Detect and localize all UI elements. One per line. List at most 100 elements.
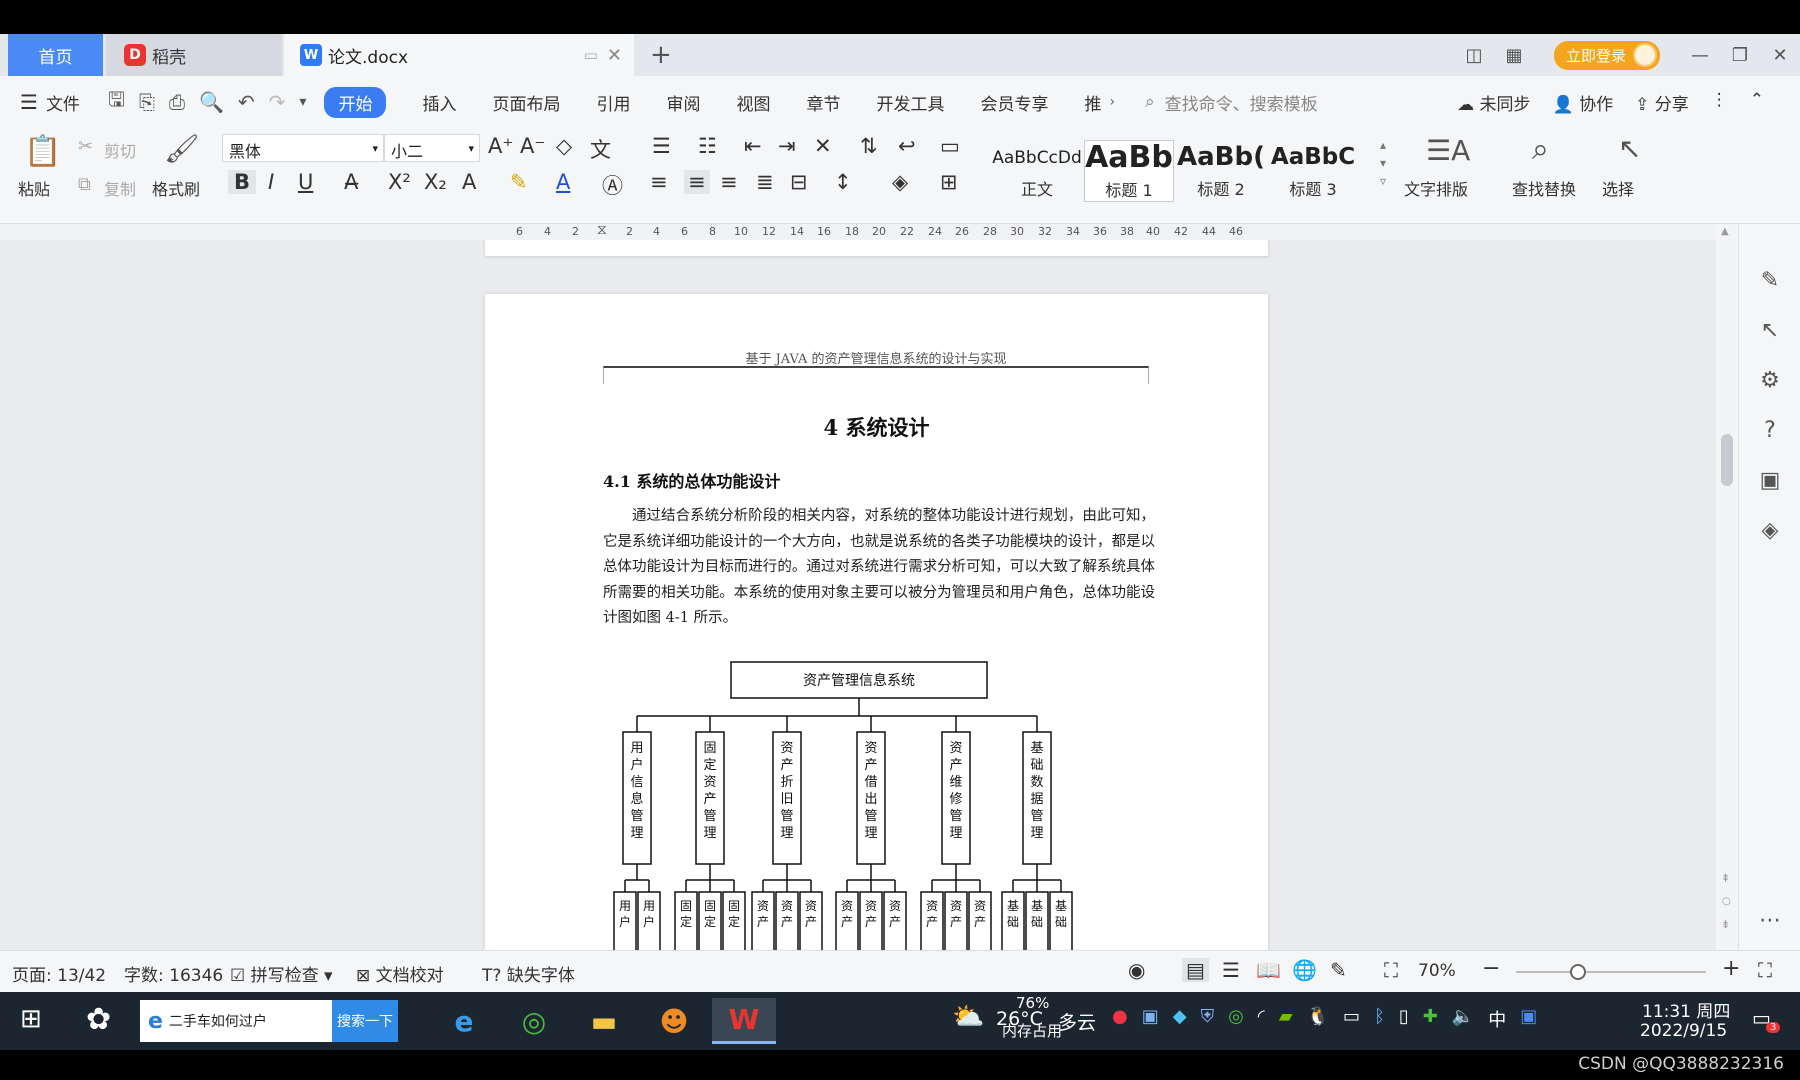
menu-developer[interactable]: 开发工具 xyxy=(876,90,944,115)
ime-indicator[interactable]: 中 xyxy=(1488,1006,1506,1032)
font-color-icon[interactable]: A xyxy=(556,170,570,194)
tab-daoke[interactable]: D 稻壳 xyxy=(106,34,282,76)
wps-office-icon[interactable]: W xyxy=(712,998,776,1044)
input-method-icon[interactable]: ▣ xyxy=(1520,1006,1537,1032)
select-cursor-icon[interactable]: ↖ xyxy=(1618,132,1641,165)
compass-icon[interactable]: ◈ xyxy=(1757,518,1783,544)
menu-member[interactable]: 会员专享 xyxy=(980,90,1048,115)
tray-plus-icon[interactable]: ✚ xyxy=(1423,1006,1438,1032)
minimize-icon[interactable]: — xyxy=(1680,45,1720,66)
paste-button[interactable]: 粘贴 xyxy=(18,176,50,200)
taskbar-search[interactable]: e 二手车如何过户 搜索一下 xyxy=(140,1000,398,1042)
next-page-icon[interactable]: ⇟ xyxy=(1721,918,1730,931)
shrink-font-icon[interactable]: A⁻ xyxy=(520,134,545,158)
export-icon[interactable]: ⎘ xyxy=(139,90,155,114)
undo-icon[interactable]: ↶ xyxy=(238,90,255,114)
close-window-icon[interactable]: ✕ xyxy=(1760,45,1800,66)
clock-time[interactable]: 11:31 周四 xyxy=(1642,997,1730,1022)
bluetooth-icon[interactable]: ᛒ xyxy=(1374,1006,1385,1032)
page-count[interactable]: 页面: 13/42 xyxy=(12,961,106,986)
tray-red-icon[interactable]: ● xyxy=(1112,1006,1128,1032)
grid-apps-icon[interactable]: ▦ xyxy=(1494,45,1534,66)
cursor-icon[interactable]: ↖ xyxy=(1757,318,1783,344)
cut-button[interactable]: 剪切 xyxy=(104,138,136,162)
zoom-slider[interactable] xyxy=(1516,964,1706,980)
style-heading-3[interactable]: AaBbC 标题 3 xyxy=(1268,140,1358,202)
doc-proofread[interactable]: ⊠ 文档校对 xyxy=(356,961,444,986)
subscript-icon[interactable]: X₂ xyxy=(424,170,447,194)
menu-review[interactable]: 审阅 xyxy=(666,90,700,115)
customize-icon[interactable]: ▾ xyxy=(299,94,306,110)
menu-page-layout[interactable]: 页面布局 xyxy=(492,90,560,115)
wifi-icon[interactable]: ◜ xyxy=(1258,1006,1265,1032)
page-view-icon[interactable]: ▤ xyxy=(1182,958,1209,982)
menu-start[interactable]: 开始 xyxy=(324,86,387,118)
text-layout-icon[interactable]: ☰A xyxy=(1426,134,1470,167)
bullet-list-icon[interactable]: ☰ xyxy=(652,134,671,158)
tray-app-icon[interactable]: ◆ xyxy=(1173,1006,1187,1032)
save-icon[interactable]: 🖫 xyxy=(108,85,125,119)
pen-icon[interactable]: ✎ xyxy=(1757,268,1783,294)
web-view-icon[interactable]: 🌐 xyxy=(1292,958,1317,982)
weather-icon[interactable]: ⛅ xyxy=(952,1002,984,1032)
phonetic-icon[interactable]: 文 xyxy=(590,134,611,164)
more-icon[interactable]: ⋮ xyxy=(1711,90,1728,115)
outline-view-icon[interactable]: ☰ xyxy=(1222,958,1240,982)
login-button[interactable]: 立即登录 xyxy=(1553,40,1660,70)
tray-360-icon[interactable]: ◎ xyxy=(1228,1006,1244,1032)
missing-font[interactable]: T? 缺失字体 xyxy=(482,961,575,986)
ruler-indent-marker[interactable]: ⧖ xyxy=(597,222,607,238)
share-button[interactable]: ⇪ 分享 xyxy=(1635,90,1689,115)
tray-shield-icon[interactable]: ⛨ xyxy=(1201,1006,1215,1032)
find-replace-button[interactable]: 查找替换 xyxy=(1512,176,1576,200)
cut-icon[interactable]: ✂ xyxy=(78,136,93,157)
zoom-level[interactable]: 70% xyxy=(1418,961,1456,981)
line-spacing-icon[interactable]: ↕ xyxy=(834,170,852,194)
underline-icon[interactable]: U xyxy=(298,170,313,194)
paste-icon[interactable]: 📋 xyxy=(24,134,61,169)
image-edit-icon[interactable]: ▣ xyxy=(1757,468,1783,494)
volume-icon[interactable]: 🔈 xyxy=(1452,1006,1474,1032)
360-browser-icon[interactable]: ◎ xyxy=(502,998,566,1044)
decrease-indent-icon[interactable]: ⇤ xyxy=(744,134,762,158)
align-center-icon[interactable]: ≡ xyxy=(684,170,710,194)
security-app-icon[interactable]: ✿ xyxy=(86,1002,111,1037)
zoom-out-icon[interactable]: − xyxy=(1482,956,1500,981)
sort-icon[interactable]: ⇅ xyxy=(860,134,878,158)
ie-browser-icon[interactable]: e xyxy=(432,998,496,1044)
scrollbar-thumb[interactable] xyxy=(1721,434,1733,486)
tab-home[interactable]: 首页 xyxy=(8,34,103,76)
new-tab-button[interactable]: + xyxy=(650,40,672,70)
table-tools-icon[interactable]: ▭ xyxy=(940,134,960,158)
file-menu[interactable]: ☰ 文件 xyxy=(20,90,80,115)
write-mode-icon[interactable]: ✎ xyxy=(1330,958,1347,982)
menu-recommend[interactable]: 推 xyxy=(1084,90,1101,115)
format-painter-icon[interactable]: 🖌 xyxy=(164,132,200,165)
taskbar-search-button[interactable]: 搜索一下 xyxy=(332,1000,398,1042)
align-left-icon[interactable]: ≡ xyxy=(650,170,668,194)
copy-icon[interactable]: ⧉ xyxy=(78,174,91,195)
menu-chapter[interactable]: 章节 xyxy=(806,90,840,115)
more-tools-icon[interactable]: ⋯ xyxy=(1757,908,1783,934)
reading-view-icon[interactable]: 📖 xyxy=(1256,958,1281,982)
highlight-icon[interactable]: ✎ xyxy=(510,170,528,194)
tray-lock-icon[interactable]: ▣ xyxy=(1142,1006,1159,1032)
numbered-list-icon[interactable]: ☷ xyxy=(698,134,717,158)
pin-icon[interactable]: ▭ xyxy=(584,46,598,64)
paragraph-mark-icon[interactable]: ↩ xyxy=(898,134,916,158)
fullscreen-icon[interactable]: ⛶ xyxy=(1758,958,1772,982)
align-right-icon[interactable]: ≡ xyxy=(720,170,738,194)
print-icon[interactable]: ⎙ xyxy=(169,90,185,114)
command-search[interactable]: 查找命令、搜索模板 xyxy=(1165,90,1318,115)
menu-references[interactable]: 引用 xyxy=(596,90,630,115)
collapse-ribbon-icon[interactable]: ⌃ xyxy=(1750,90,1764,115)
restore-icon[interactable]: ❐ xyxy=(1720,45,1760,66)
sync-status[interactable]: ☁ 未同步 xyxy=(1457,90,1530,115)
device-icon[interactable]: ▭ xyxy=(1343,1006,1360,1032)
fit-page-icon[interactable]: ⛶ xyxy=(1384,958,1398,982)
settings-sliders-icon[interactable]: ⚙ xyxy=(1757,368,1783,394)
eye-protection-icon[interactable]: ◉ xyxy=(1128,958,1145,982)
format-painter-button[interactable]: 格式刷 xyxy=(152,176,200,200)
superscript-icon[interactable]: X² xyxy=(388,170,411,194)
font-family-select[interactable]: 黑体 ▾ xyxy=(222,134,384,162)
